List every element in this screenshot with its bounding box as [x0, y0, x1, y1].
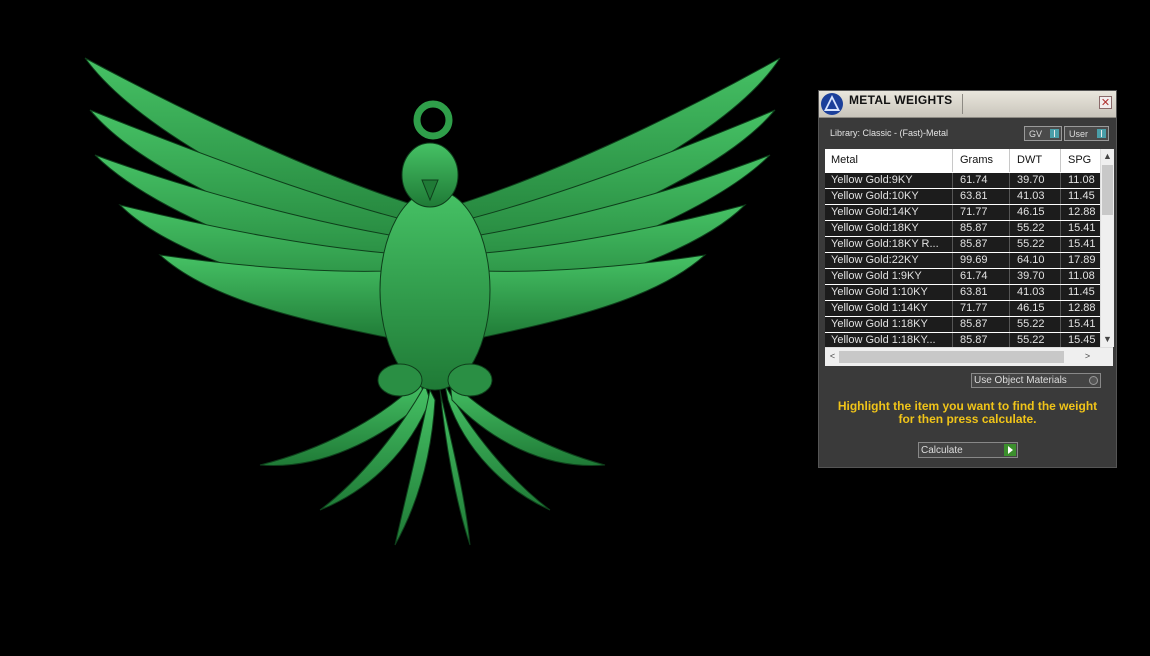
scroll-up-icon[interactable]: ▲: [1101, 150, 1114, 163]
metal-cell: Yellow Gold:18KY R...: [825, 237, 953, 252]
table-row[interactable]: Yellow Gold 1:14KY 71.77 46.15 12.88: [825, 301, 1100, 316]
grams-cell: 85.87: [954, 317, 1010, 332]
dwt-cell: 55.22: [1011, 317, 1061, 332]
instruction-line-2: for then press calculate.: [898, 412, 1037, 426]
dwt-cell: 46.15: [1011, 301, 1061, 316]
grams-cell: 61.74: [954, 173, 1010, 188]
gv-toggle[interactable]: GV: [1024, 126, 1062, 141]
horizontal-scrollbar[interactable]: < >: [825, 347, 1113, 366]
metal-weights-panel: METAL WEIGHTS ✕ Library: Classic - (Fast…: [818, 90, 1117, 468]
metal-table: Metal Grams DWT SPG Yellow Gold:9KY 61.74…: [825, 149, 1114, 366]
spg-cell: 15.41: [1068, 318, 1096, 330]
table-row[interactable]: Yellow Gold 1:18KY 85.87 55.22 15.41: [825, 317, 1100, 332]
vertical-scrollbar[interactable]: ▲ ▼: [1100, 149, 1114, 347]
grams-cell: 63.81: [954, 189, 1010, 204]
dwt-cell: 46.15: [1011, 205, 1061, 220]
use-object-materials-indicator: [1089, 376, 1098, 385]
table-row[interactable]: Yellow Gold 1:9KY 61.74 39.70 11.08: [825, 269, 1100, 284]
metal-cell: Yellow Gold 1:18KY...: [825, 333, 953, 347]
grams-cell: 85.87: [954, 221, 1010, 236]
dwt-cell: 41.03: [1011, 285, 1061, 300]
use-object-materials-label: Use Object Materials: [974, 375, 1067, 386]
viewport-3d[interactable]: [0, 0, 815, 656]
metal-cell: Yellow Gold 1:18KY: [825, 317, 953, 332]
table-row[interactable]: Yellow Gold:18KY R... 85.87 55.22 15.41: [825, 237, 1100, 252]
user-toggle-indicator: [1097, 129, 1106, 138]
scroll-right-icon[interactable]: >: [1081, 350, 1094, 363]
spg-cell: 11.45: [1068, 190, 1095, 202]
scroll-down-icon[interactable]: ▼: [1101, 333, 1114, 346]
app-logo-icon: [821, 93, 843, 115]
table-header: Metal Grams DWT SPG: [825, 149, 1100, 172]
metal-cell: Yellow Gold:9KY: [825, 173, 953, 188]
spg-cell: 12.88: [1068, 302, 1096, 314]
metal-cell: Yellow Gold:14KY: [825, 205, 953, 220]
column-header-spg[interactable]: SPG: [1062, 149, 1100, 172]
metal-cell: Yellow Gold:10KY: [825, 189, 953, 204]
vertical-scroll-thumb[interactable]: [1102, 165, 1113, 215]
dwt-cell: 39.70: [1011, 173, 1061, 188]
metal-cell: Yellow Gold:18KY: [825, 221, 953, 236]
instruction-text: Highlight the item you want to find the …: [819, 400, 1116, 426]
spg-cell: 15.41: [1068, 222, 1096, 234]
calculate-button[interactable]: Calculate: [918, 442, 1018, 458]
user-toggle[interactable]: User: [1064, 126, 1109, 141]
table-row[interactable]: Yellow Gold 1:18KY... 85.87 55.22 15.45: [825, 333, 1100, 347]
calculate-label: Calculate: [921, 445, 963, 456]
title-separator: [962, 94, 963, 114]
gv-toggle-indicator: [1050, 129, 1059, 138]
use-object-materials-toggle[interactable]: Use Object Materials: [971, 373, 1101, 388]
grams-cell: 85.87: [954, 237, 1010, 252]
dwt-cell: 64.10: [1011, 253, 1061, 268]
spg-cell: 11.08: [1068, 270, 1095, 282]
metal-cell: Yellow Gold 1:10KY: [825, 285, 953, 300]
grams-cell: 71.77: [954, 301, 1010, 316]
grams-cell: 61.74: [954, 269, 1010, 284]
table-row[interactable]: Yellow Gold:22KY 99.69 64.10 17.89: [825, 253, 1100, 268]
metal-cell: Yellow Gold 1:14KY: [825, 301, 953, 316]
table-body: Yellow Gold:9KY 61.74 39.70 11.08 Yellow Gol…: [825, 173, 1100, 347]
table-row[interactable]: Yellow Gold 1:10KY 63.81 41.03 11.45: [825, 285, 1100, 300]
play-icon: [1004, 444, 1016, 456]
column-header-metal[interactable]: Metal: [825, 149, 953, 172]
grams-cell: 63.81: [954, 285, 1010, 300]
metal-cell: Yellow Gold 1:9KY: [825, 269, 953, 284]
dwt-cell: 55.22: [1011, 221, 1061, 236]
spg-cell: 15.45: [1068, 334, 1096, 346]
spg-cell: 11.45: [1068, 286, 1095, 298]
table-row[interactable]: Yellow Gold:9KY 61.74 39.70 11.08: [825, 173, 1100, 188]
column-header-dwt[interactable]: DWT: [1011, 149, 1061, 172]
dwt-cell: 41.03: [1011, 189, 1061, 204]
table-row[interactable]: Yellow Gold:14KY 71.77 46.15 12.88: [825, 205, 1100, 220]
user-toggle-label: User: [1069, 129, 1089, 139]
grams-cell: 71.77: [954, 205, 1010, 220]
grams-cell: 85.87: [954, 333, 1010, 347]
gv-toggle-label: GV: [1029, 129, 1043, 139]
column-header-grams[interactable]: Grams: [954, 149, 1010, 172]
scroll-left-icon[interactable]: <: [826, 350, 839, 363]
eagle-pendant-model: [84, 57, 781, 546]
spg-cell: 17.89: [1068, 254, 1096, 266]
close-icon[interactable]: ✕: [1099, 96, 1112, 109]
spg-cell: 15.41: [1068, 238, 1096, 250]
dwt-cell: 55.22: [1011, 237, 1061, 252]
grams-cell: 99.69: [954, 253, 1010, 268]
panel-titlebar[interactable]: METAL WEIGHTS ✕: [819, 91, 1116, 118]
table-row[interactable]: Yellow Gold:18KY 85.87 55.22 15.41: [825, 221, 1100, 236]
dwt-cell: 55.22: [1011, 333, 1061, 347]
horizontal-scroll-thumb[interactable]: [839, 351, 1064, 363]
dwt-cell: 39.70: [1011, 269, 1061, 284]
metal-cell: Yellow Gold:22KY: [825, 253, 953, 268]
table-row[interactable]: Yellow Gold:10KY 63.81 41.03 11.45: [825, 189, 1100, 204]
spg-cell: 12.88: [1068, 206, 1096, 218]
library-label: Library: Classic - (Fast)-Metal: [830, 128, 949, 138]
spg-cell: 11.08: [1068, 174, 1095, 186]
panel-title: METAL WEIGHTS: [849, 93, 953, 107]
